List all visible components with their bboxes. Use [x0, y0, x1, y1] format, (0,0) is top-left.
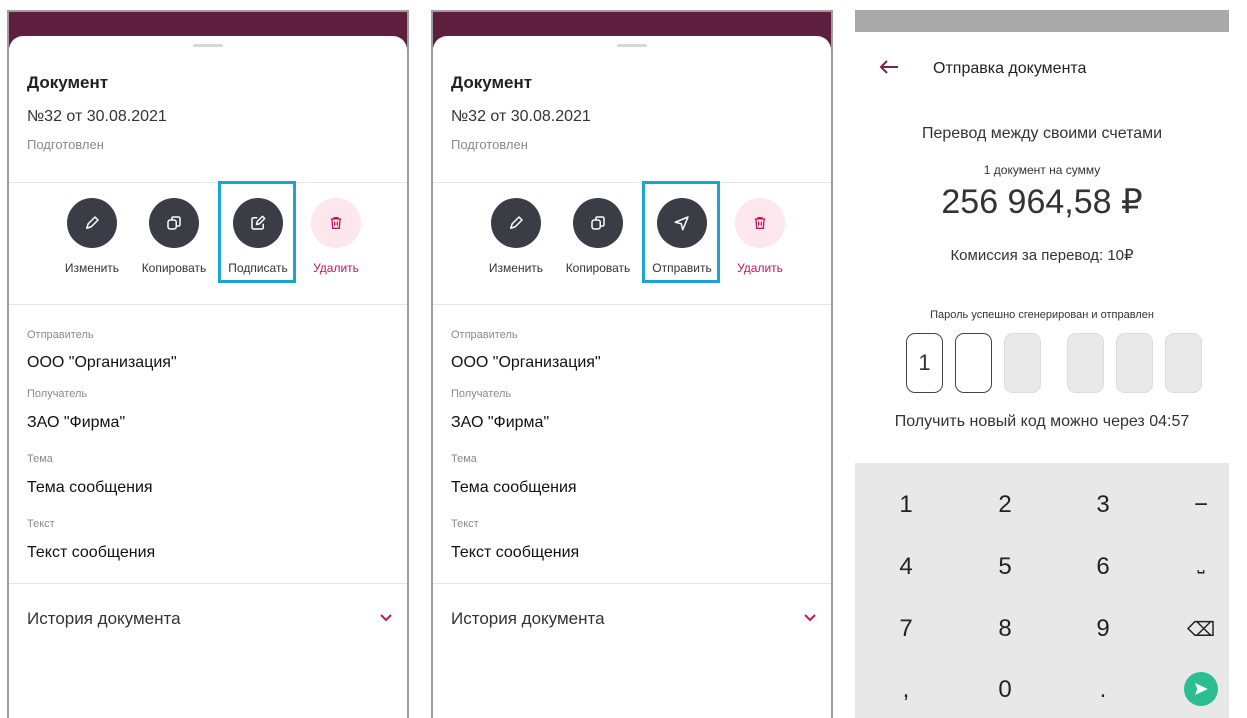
edit-button[interactable]: Изменить: [47, 198, 137, 275]
key-backspace[interactable]: ⌫: [1171, 617, 1229, 642]
sheet-handle[interactable]: [617, 44, 647, 47]
sender-value: ООО "Организация": [451, 354, 601, 371]
edit-label: Изменить: [64, 261, 120, 275]
edit-button[interactable]: Изменить: [471, 198, 561, 275]
pencil-icon: [86, 216, 99, 229]
code-digit-4[interactable]: [1067, 333, 1104, 393]
back-arrow-icon[interactable]: [879, 59, 899, 75]
chevron-down-icon[interactable]: [803, 613, 817, 623]
resend-timer: Получить новый код можно через 04:57: [894, 413, 1190, 430]
key-3[interactable]: 3: [1073, 491, 1133, 519]
copy-circle[interactable]: [149, 198, 199, 248]
divider: [433, 304, 831, 305]
transfer-type: Перевод между своими счетами: [921, 125, 1163, 142]
sender-label: Отправитель: [27, 329, 94, 341]
recipient-value: ЗАО "Фирма": [27, 414, 126, 431]
copy-circle[interactable]: [573, 198, 623, 248]
delete-circle[interactable]: [735, 198, 785, 248]
text-value: Текст сообщения: [27, 544, 156, 561]
edit-circle[interactable]: [67, 198, 117, 248]
edit-label: Изменить: [488, 261, 544, 275]
key-space[interactable]: ⎵: [1171, 553, 1229, 574]
divider: [9, 182, 407, 183]
copy-label: Копировать: [565, 261, 631, 275]
text-label: Текст: [27, 518, 55, 530]
key-minus[interactable]: −: [1171, 491, 1229, 519]
delete-label: Удалить: [313, 261, 359, 275]
fee: Комиссия за перевод: 10₽: [950, 247, 1134, 264]
delete-button[interactable]: Удалить: [715, 198, 805, 275]
document-panel-send: Документ №32 от 30.08.2021 Подготовлен И…: [431, 10, 833, 718]
send-document-panel: Отправка документа Перевод между своими …: [855, 10, 1229, 718]
document-title: Документ: [451, 73, 533, 92]
send-icon: [1195, 683, 1208, 695]
trash-icon: [754, 217, 766, 229]
key-9[interactable]: 9: [1073, 615, 1133, 643]
code-digit-5[interactable]: [1116, 333, 1153, 393]
document-title: Документ: [27, 73, 109, 92]
recipient-label: Получатель: [451, 388, 512, 400]
delete-button[interactable]: Удалить: [291, 198, 381, 275]
recipient-label: Получатель: [27, 388, 88, 400]
divider: [9, 583, 407, 584]
chevron-down-icon[interactable]: [379, 613, 393, 623]
password-status: Пароль успешно сгенерирован и отправлен: [930, 309, 1154, 321]
key-0[interactable]: 0: [975, 676, 1035, 704]
document-panel-sign: Документ №32 от 30.08.2021 Подготовлен И…: [7, 10, 409, 718]
delete-label: Удалить: [737, 261, 783, 275]
key-6[interactable]: 6: [1073, 553, 1133, 581]
copy-icon: [591, 216, 605, 230]
delete-circle[interactable]: [311, 198, 361, 248]
code-digit-3[interactable]: [1004, 333, 1041, 393]
document-number: №32 от 30.08.2021: [27, 108, 167, 125]
history-toggle-label[interactable]: История документа: [27, 609, 181, 629]
code-digit-6[interactable]: [1165, 333, 1202, 393]
text-value: Текст сообщения: [451, 544, 580, 561]
subject-label: Тема: [451, 453, 477, 465]
status-bar: [855, 10, 1229, 32]
key-dot[interactable]: .: [1073, 676, 1133, 704]
subject-value: Тема сообщения: [27, 479, 153, 496]
trash-icon: [330, 217, 342, 229]
subject-value: Тема сообщения: [451, 479, 577, 496]
key-8[interactable]: 8: [975, 615, 1035, 643]
recipient-value: ЗАО "Фирма": [451, 414, 550, 431]
document-number: №32 от 30.08.2021: [451, 108, 591, 125]
copy-button[interactable]: Копировать: [129, 198, 219, 275]
divider: [433, 583, 831, 584]
page-title: Отправка документа: [933, 60, 1087, 77]
key-comma[interactable]: ,: [876, 676, 936, 704]
key-1[interactable]: 1: [876, 491, 936, 519]
divider: [9, 304, 407, 305]
code-digit-1[interactable]: 1: [906, 333, 943, 393]
code-digit-2[interactable]: [955, 333, 992, 393]
key-5[interactable]: 5: [975, 553, 1035, 581]
key-7[interactable]: 7: [876, 615, 936, 643]
key-4[interactable]: 4: [876, 553, 936, 581]
sign-highlight-frame: [218, 181, 296, 283]
send-key[interactable]: [1184, 672, 1218, 706]
sender-label: Отправитель: [451, 329, 518, 341]
subject-label: Тема: [27, 453, 53, 465]
history-toggle-label[interactable]: История документа: [451, 609, 605, 629]
copy-button[interactable]: Копировать: [553, 198, 643, 275]
copy-icon: [167, 216, 181, 230]
divider: [433, 182, 831, 183]
amount: 256 964,58 ₽: [941, 183, 1143, 221]
send-highlight-frame: [642, 181, 720, 283]
copy-label: Копировать: [141, 261, 207, 275]
text-label: Текст: [451, 518, 479, 530]
edit-circle[interactable]: [491, 198, 541, 248]
sender-value: ООО "Организация": [27, 354, 177, 371]
pencil-icon: [510, 216, 523, 229]
document-status: Подготовлен: [451, 137, 528, 152]
document-count: 1 документ на сумму: [983, 163, 1101, 177]
sheet-handle[interactable]: [193, 44, 223, 47]
key-2[interactable]: 2: [975, 491, 1035, 519]
document-status: Подготовлен: [27, 137, 104, 152]
